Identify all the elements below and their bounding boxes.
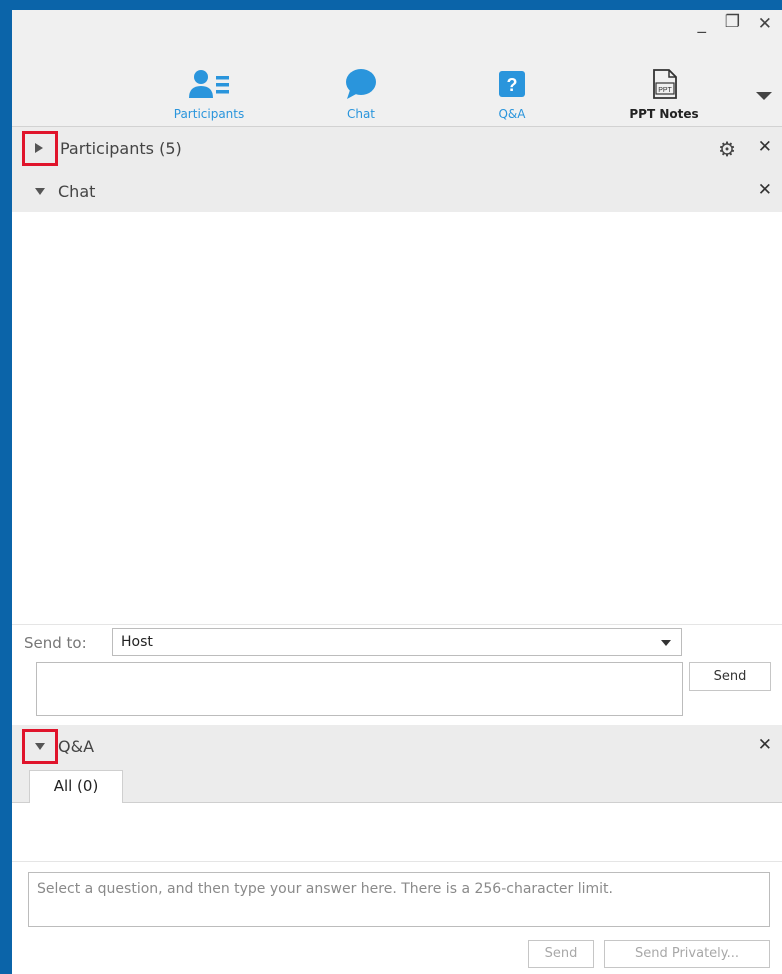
close-qa-button[interactable]: ✕ xyxy=(758,735,772,755)
tab-ppt-notes-label: PPT Notes xyxy=(629,107,699,121)
send-to-select[interactable]: Host xyxy=(112,628,682,656)
participants-panel-header[interactable]: Participants (5) ⚙ ✕ xyxy=(12,127,782,170)
feature-tabs: Participants Chat ? Q&A PPT PPT Notes xyxy=(12,10,782,126)
chat-messages-area xyxy=(12,212,782,625)
qa-panel-header[interactable]: Q&A ✕ xyxy=(12,725,782,768)
send-to-value: Host xyxy=(121,634,153,650)
question-icon: ? xyxy=(499,71,525,97)
qa-tab-bar: All (0) xyxy=(12,768,782,803)
qa-question-list xyxy=(12,803,782,862)
tab-chat-label: Chat xyxy=(346,107,376,121)
participants-panel-title: Participants (5) xyxy=(60,139,182,158)
qa-send-privately-button[interactable]: Send Privately... xyxy=(604,940,770,968)
qa-panel-title: Q&A xyxy=(58,737,95,756)
close-participants-button[interactable]: ✕ xyxy=(758,137,772,157)
qa-answer-placeholder: Select a question, and then type your an… xyxy=(37,881,613,897)
gear-icon[interactable]: ⚙ xyxy=(718,137,736,161)
chat-message-input[interactable] xyxy=(36,662,683,716)
more-tabs-dropdown[interactable] xyxy=(756,92,772,100)
qa-send-button[interactable]: Send xyxy=(528,940,594,968)
tab-qa-label: Q&A xyxy=(498,107,526,121)
ppt-notes-icon: PPT xyxy=(653,69,677,99)
zoom-meeting-panel-window: _ ❐ ✕ Participants Chat ? Q&A PPT PPT No… xyxy=(12,10,782,974)
svg-text:PPT: PPT xyxy=(658,87,672,94)
collapse-arrow-icon[interactable] xyxy=(35,188,45,195)
tab-qa[interactable]: ? Q&A xyxy=(457,68,567,121)
svg-text:?: ? xyxy=(507,75,518,95)
chat-panel-title: Chat xyxy=(58,182,96,201)
chevron-down-icon xyxy=(661,640,671,646)
tab-ppt-notes[interactable]: PPT PPT Notes xyxy=(609,68,719,121)
chat-send-button[interactable]: Send xyxy=(689,662,771,691)
participants-icon xyxy=(189,70,229,98)
tab-participants-label: Participants xyxy=(173,107,245,121)
title-bar: _ ❐ ✕ Participants Chat ? Q&A PPT PPT No… xyxy=(12,10,782,127)
chat-panel-header[interactable]: Chat ✕ xyxy=(12,170,782,213)
tab-qa-all[interactable]: All (0) xyxy=(29,770,123,803)
qa-answer-input[interactable]: Select a question, and then type your an… xyxy=(28,872,770,927)
tab-participants[interactable]: Participants xyxy=(154,68,264,121)
chat-bubble-icon xyxy=(346,69,376,99)
send-to-label: Send to: xyxy=(24,634,87,652)
collapse-arrow-icon[interactable] xyxy=(35,743,45,750)
close-chat-button[interactable]: ✕ xyxy=(758,180,772,200)
tab-chat[interactable]: Chat xyxy=(306,68,416,121)
expand-arrow-icon[interactable] xyxy=(35,143,43,153)
